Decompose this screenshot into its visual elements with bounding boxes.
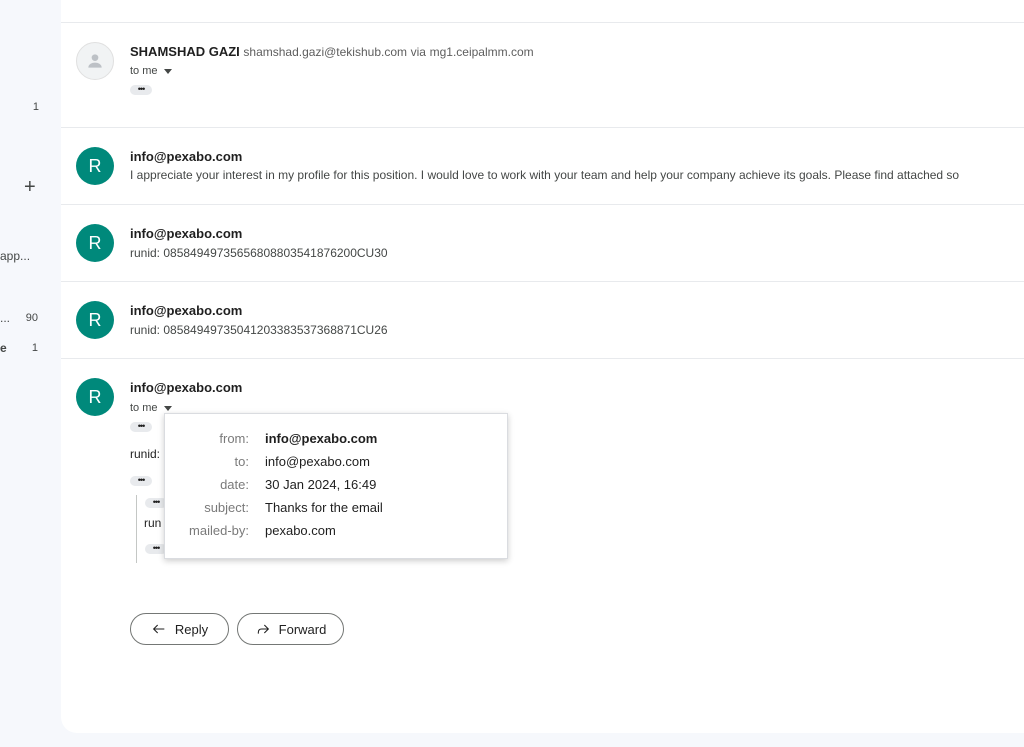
avatar[interactable]: R: [76, 147, 114, 185]
message-body-text: runid:: [130, 447, 161, 461]
detail-label: subject:: [204, 500, 249, 515]
add-label-icon[interactable]: +: [24, 177, 36, 197]
recipient-label: to me: [130, 65, 158, 77]
avatar[interactable]: R: [76, 224, 114, 262]
avatar-letter: R: [88, 386, 102, 407]
via-domain: mg1.ceipalmm.com: [429, 45, 534, 59]
reply-label: Reply: [174, 621, 209, 637]
detail-value: info@pexabo.com: [265, 454, 370, 469]
detail-row-subject: subject: Thanks for the email: [165, 500, 507, 520]
message-snippet[interactable]: runid: 08584949735041203383537368871CU26: [130, 323, 388, 337]
detail-value: 30 Jan 2024, 16:49: [265, 477, 377, 492]
reply-icon: [152, 624, 165, 634]
message-sender: SHAMSHAD GAZI shamshad.gazi@tekishub.com…: [130, 44, 534, 59]
reply-button[interactable]: Reply: [130, 613, 229, 645]
detail-row-to: to: info@pexabo.com: [165, 454, 507, 474]
forward-label: Forward: [278, 621, 327, 637]
chevron-down-icon: [163, 405, 172, 411]
detail-row-date: date: 30 Jan 2024, 16:49: [165, 477, 507, 497]
divider: [61, 358, 1024, 359]
message-details-popup: from: info@pexabo.com to: info@pexabo.co…: [164, 413, 508, 559]
divider: [61, 22, 1024, 23]
sidebar-count: 1: [32, 101, 39, 113]
message-sender: info@pexabo.com: [130, 226, 243, 241]
detail-value: Thanks for the email: [265, 500, 383, 515]
show-trimmed-content-button[interactable]: •••: [130, 422, 152, 432]
detail-label: date:: [220, 477, 249, 492]
detail-row-from: from: info@pexabo.com: [165, 431, 507, 451]
divider: [61, 127, 1024, 128]
divider: [61, 204, 1024, 205]
avatar-letter: R: [88, 309, 102, 330]
message-sender: info@pexabo.com: [130, 380, 243, 395]
message-snippet[interactable]: runid: 0858494973565680880354187620​0CU3…: [130, 246, 388, 260]
avatar[interactable]: R: [76, 301, 114, 339]
detail-label: mailed-by:: [189, 523, 249, 538]
quote-bar: [136, 495, 137, 563]
avatar-letter: R: [88, 155, 102, 176]
chevron-down-icon: [163, 68, 172, 74]
sidebar-item-label[interactable]: ...: [0, 311, 10, 325]
sender-name: SHAMSHAD GAZI: [130, 44, 240, 59]
divider: [61, 281, 1024, 282]
forward-icon: [257, 624, 269, 634]
message-sender: info@pexabo.com: [130, 149, 243, 164]
show-trimmed-content-button[interactable]: •••: [130, 476, 152, 486]
message-snippet[interactable]: I appreciate your interest in my profile…: [130, 168, 1010, 182]
detail-value: pexabo.com: [265, 523, 336, 538]
show-trimmed-content-button[interactable]: •••: [130, 85, 152, 95]
recipient-label: to me: [130, 402, 158, 414]
recipient-toggle[interactable]: to me: [130, 65, 172, 77]
sidebar-item-label[interactable]: e: [0, 341, 7, 355]
sidebar-count: 1: [31, 342, 38, 354]
sender-email: shamshad.gazi@tekishub.com: [243, 45, 407, 59]
sidebar-count: 90: [25, 312, 38, 324]
avatar[interactable]: [76, 42, 114, 80]
mail-thread: SHAMSHAD GAZI shamshad.gazi@tekishub.com…: [61, 0, 1024, 733]
detail-row-mailed-by: mailed-by: pexabo.com: [165, 523, 507, 543]
via-link[interactable]: via: [411, 45, 426, 59]
avatar[interactable]: R: [76, 378, 114, 416]
sidebar: 1 + app... ... 90 e 1: [0, 0, 61, 747]
detail-label: from:: [219, 431, 249, 446]
message-sender: info@pexabo.com: [130, 303, 243, 318]
avatar-letter: R: [88, 232, 102, 253]
forward-button[interactable]: Forward: [237, 613, 344, 645]
detail-label: to:: [234, 454, 249, 469]
quoted-text: run: [144, 516, 162, 530]
person-icon: [88, 54, 102, 68]
sidebar-item-label[interactable]: app...: [0, 249, 30, 263]
detail-value: info@pexabo.com: [265, 431, 378, 446]
